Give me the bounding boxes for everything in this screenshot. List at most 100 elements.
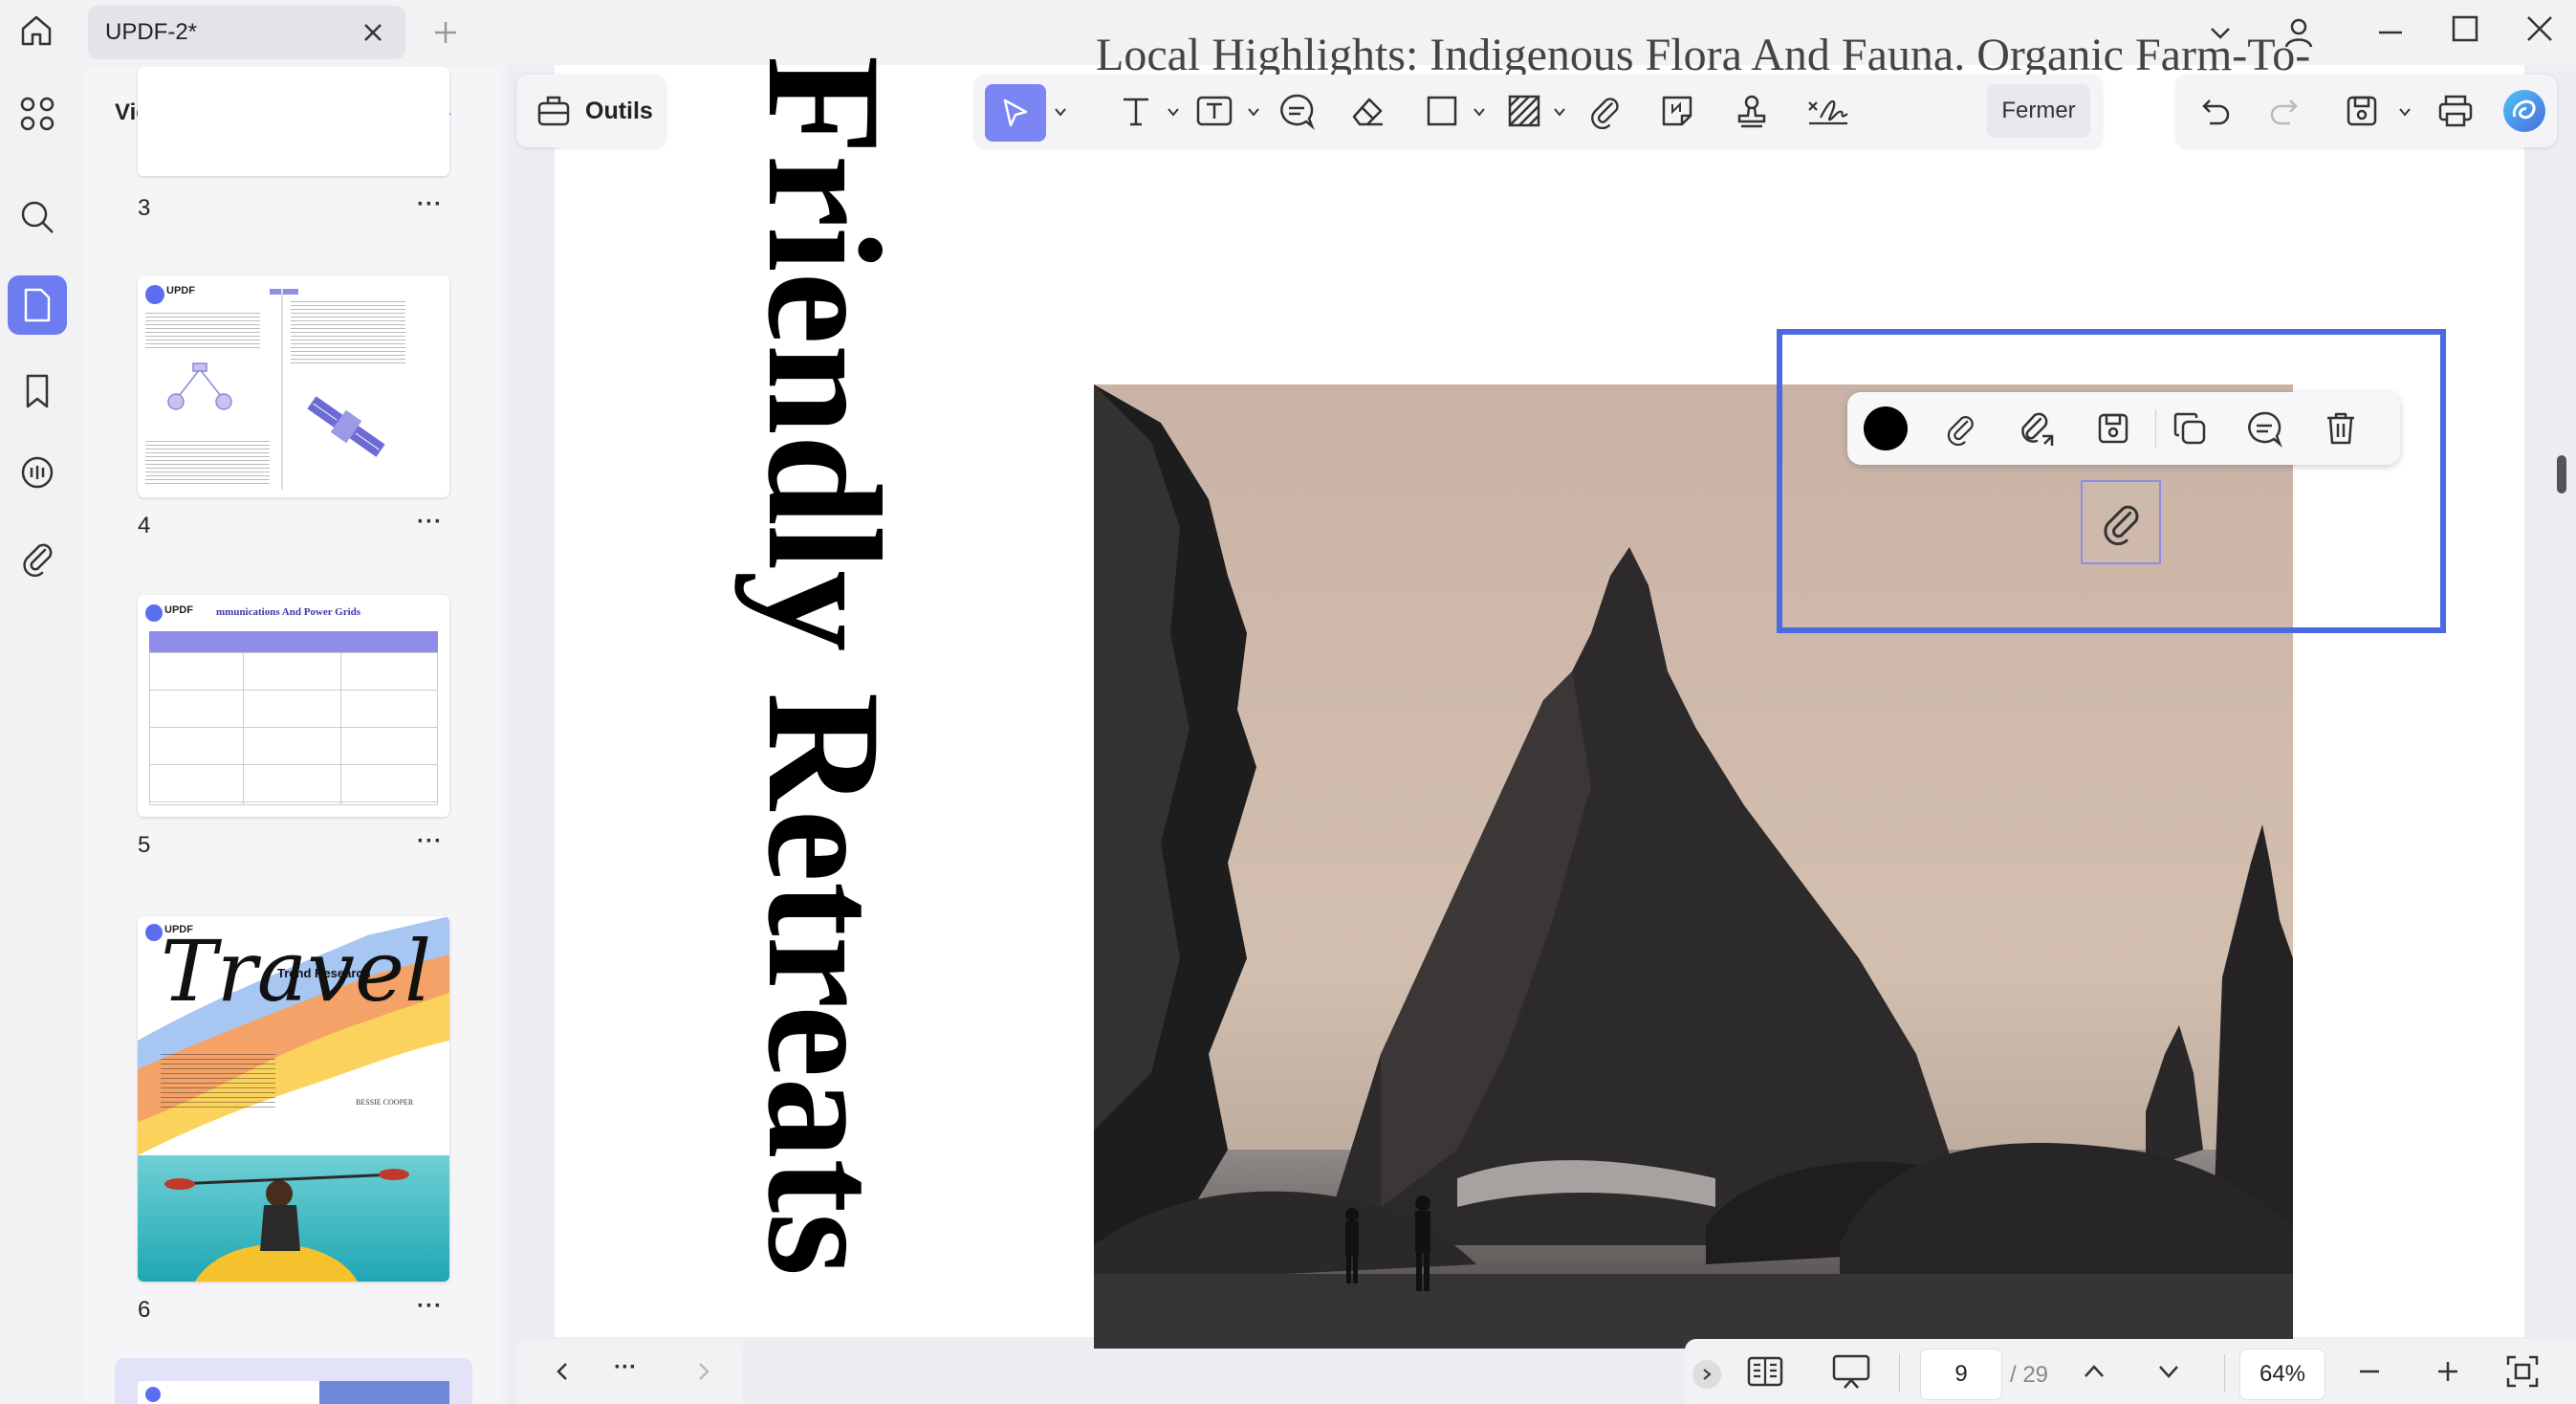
tools-label: Outils (585, 98, 653, 124)
attachment-context-toolbar (1847, 392, 2400, 465)
maximize-icon[interactable] (2438, 2, 2492, 55)
eraser-icon[interactable] (1341, 84, 1394, 138)
close-window-icon[interactable] (2513, 2, 2566, 55)
thumb-subtitle: Trend Research (277, 966, 371, 980)
vertical-title-container: Friendly Retreats (729, 55, 920, 1337)
thumb-tag (270, 289, 298, 295)
more-options-button[interactable]: ··· (417, 1293, 443, 1320)
color-swatch-button[interactable] (1859, 402, 1912, 455)
attachment-annotation[interactable] (2081, 480, 2161, 564)
close-tab-icon[interactable] (346, 6, 400, 59)
textbox-tool-icon[interactable] (1188, 84, 1241, 138)
new-tab-icon[interactable] (419, 6, 472, 59)
more-options-button[interactable]: ··· (417, 828, 443, 855)
thumb-heading: mmunications And Power Grids (216, 606, 361, 618)
satellite-icon (298, 388, 394, 465)
page-total: / 29 (2010, 1362, 2049, 1388)
annotation-toolbar: Fermer (975, 75, 2102, 147)
cursor-icon (1003, 99, 1028, 127)
thumbnail-page-7-selected[interactable] (115, 1358, 472, 1404)
attachment-icon[interactable] (8, 528, 67, 587)
paperclip-icon (2104, 505, 2139, 545)
attachment-tool-icon[interactable] (1578, 84, 1631, 138)
thumb-table (149, 652, 438, 805)
rectangle-tool-icon[interactable] (1415, 84, 1469, 138)
thumbnail-page-6[interactable]: UPDF Travel Trend Research BESSIE COOPER (138, 916, 449, 1282)
tools-button[interactable]: Outils (516, 75, 666, 147)
undo-icon[interactable] (2190, 84, 2243, 138)
thumbnails-icon[interactable] (8, 275, 67, 335)
text-tool-icon[interactable] (1109, 84, 1163, 138)
next-icon[interactable] (677, 1345, 731, 1398)
more-options-button[interactable]: ··· (417, 191, 443, 218)
stamp-icon[interactable] (1725, 84, 1779, 138)
chevron-down-icon[interactable] (1165, 103, 1182, 121)
zoom-level[interactable]: 64% (2239, 1349, 2325, 1400)
page-up-icon[interactable] (2067, 1345, 2121, 1398)
home-icon[interactable] (10, 4, 63, 57)
previous-icon[interactable] (535, 1345, 589, 1398)
thumbnail-page-4[interactable]: UPDF (138, 275, 449, 497)
area-highlight-icon[interactable] (1497, 84, 1551, 138)
thumb-table-header (149, 631, 438, 652)
thumb-author: BESSIE COOPER (356, 1098, 414, 1107)
redo-icon[interactable] (2257, 84, 2310, 138)
thumbnail-page-5[interactable]: UPDF mmunications And Power Grids (138, 595, 449, 817)
comment-tool-icon[interactable] (1270, 84, 1323, 138)
toolbox-icon (535, 92, 572, 128)
more-button[interactable]: ··· (614, 1354, 637, 1381)
zoom-out-icon[interactable] (2343, 1345, 2396, 1398)
sticky-note-icon[interactable] (1650, 84, 1704, 138)
search-icon[interactable] (8, 187, 67, 247)
comment-icon[interactable] (2238, 402, 2291, 455)
thumb-brand: UPDF (166, 285, 195, 296)
attachment-icon[interactable] (1933, 402, 1987, 455)
thumb-kayak-photo (138, 1155, 449, 1282)
save-icon[interactable] (2335, 84, 2389, 138)
signature-icon[interactable] (1801, 84, 1855, 138)
page-layout-icon[interactable] (1738, 1345, 1792, 1398)
history-toolbar (2176, 75, 2557, 147)
chevron-down-icon[interactable] (2396, 103, 2413, 121)
vertical-title: Friendly Retreats (734, 55, 914, 1277)
page-nav-bar: ··· (516, 1339, 742, 1404)
chevron-down-icon[interactable] (1245, 103, 1262, 121)
open-attachment-icon[interactable] (2010, 402, 2063, 455)
zoom-in-icon[interactable] (2421, 1345, 2475, 1398)
select-tool-button[interactable] (985, 84, 1046, 142)
presentation-icon[interactable] (1824, 1345, 1878, 1398)
updf-logo-icon (145, 604, 163, 622)
chevron-down-icon[interactable] (1551, 103, 1568, 121)
thumb-text-lines (145, 310, 260, 348)
comments-icon[interactable] (8, 444, 67, 503)
page-down-icon[interactable] (2142, 1345, 2195, 1398)
minimize-icon[interactable] (2364, 6, 2417, 59)
copy-icon[interactable] (2163, 402, 2216, 455)
close-tools-button[interactable]: Fermer (1987, 84, 2090, 138)
close-tools-label: Fermer (2001, 98, 2076, 123)
ai-assistant-icon[interactable] (2498, 84, 2551, 138)
save-attachment-icon[interactable] (2086, 402, 2140, 455)
left-rail (0, 65, 82, 1404)
thumbnails-panel: Vignettes 3 ··· UPDF 4 ··· UPDF mmunicat… (84, 67, 501, 1404)
fit-page-icon[interactable] (2496, 1345, 2549, 1398)
status-bar: 9 / 29 64% (1685, 1339, 2576, 1404)
page-number: 3 (138, 195, 151, 221)
bookmark-icon[interactable] (8, 362, 67, 421)
document-tab[interactable]: UPDF-2* (88, 6, 405, 59)
apps-icon[interactable] (8, 84, 67, 143)
more-options-button[interactable]: ··· (417, 509, 443, 536)
page-number-input[interactable]: 9 (1920, 1349, 2002, 1400)
page-number: 5 (138, 832, 151, 858)
chevron-down-icon[interactable] (1471, 103, 1488, 121)
page-number: 4 (138, 513, 151, 538)
thumbnail-page-3[interactable] (138, 67, 449, 176)
vertical-scrollbar-thumb[interactable] (2557, 455, 2566, 494)
chevron-down-icon[interactable] (1052, 103, 1069, 121)
updf-logo-icon (145, 285, 164, 304)
color-dot-icon (1864, 406, 1908, 450)
chevron-right-icon (1703, 1369, 1712, 1380)
delete-icon[interactable] (2314, 402, 2368, 455)
print-icon[interactable] (2429, 84, 2482, 138)
collapse-button[interactable] (1692, 1360, 1721, 1389)
